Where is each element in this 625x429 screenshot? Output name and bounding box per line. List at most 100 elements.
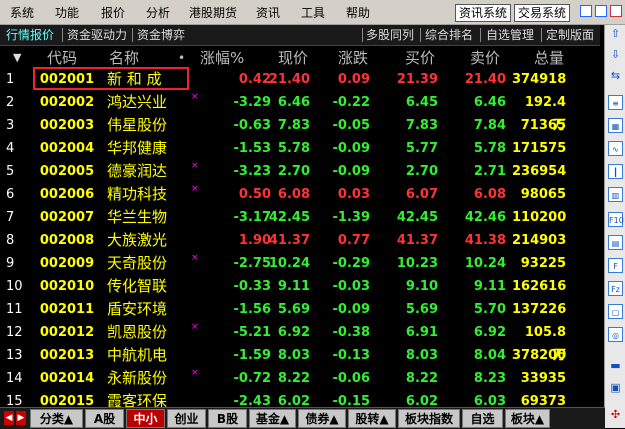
prev-tab-icon[interactable]: ◀ xyxy=(4,411,14,425)
table-row[interactable]: 8 002008 大族激光 1.90 41.37 0.77 41.37 41.38 214903 xyxy=(0,229,600,252)
tab-quote[interactable]: 行情报价 xyxy=(6,25,54,45)
table-row[interactable]: 11 002011 盾安环境 -1.56 5.69 -0.09 5.69 5.70 137226 xyxy=(0,298,600,321)
stock-name[interactable]: 盾安环境 xyxy=(107,298,187,321)
bottom-tab[interactable]: 创业 xyxy=(167,409,206,428)
multi-stock-button[interactable]: 多股同列 xyxy=(366,25,414,45)
header-code[interactable]: 代码 xyxy=(47,46,77,68)
stock-code[interactable]: 002009 xyxy=(34,252,100,275)
table-row[interactable]: 12 002012 凯恩股份 × -5.21 6.92 -0.38 6.91 6.92 105.8… xyxy=(0,321,600,363)
bottom-tab[interactable]: 板块指数 xyxy=(398,409,460,428)
bar-chart-icon[interactable]: ▥ xyxy=(608,187,623,202)
tools-icon[interactable]: ✣ xyxy=(608,407,623,422)
menu-function[interactable]: 功能 xyxy=(55,0,79,24)
bottom-tab[interactable]: 板块▲ xyxy=(505,409,550,428)
stock-code[interactable]: 002011 xyxy=(34,298,100,321)
header-bid[interactable]: 买价 xyxy=(405,46,435,68)
table-icon[interactable]: ▤ xyxy=(608,235,623,250)
bottom-tab[interactable]: B股 xyxy=(208,409,247,428)
fiz-icon[interactable]: Fz xyxy=(608,281,623,296)
menu-analysis[interactable]: 分析 xyxy=(146,0,170,24)
table-row[interactable]: 5 002005 德豪润达 × -3.23 2.70 -0.09 2.70 2.71 236954 xyxy=(0,160,600,183)
menu-help[interactable]: 帮助 xyxy=(346,0,370,24)
bottom-tab[interactable]: 自选 xyxy=(462,409,503,428)
menu-hk-futures[interactable]: 港股期货 xyxy=(189,0,237,24)
bottom-tab[interactable]: 基金▲ xyxy=(249,409,296,428)
sort-arrow-icon[interactable]: ▼ xyxy=(13,46,21,68)
table-row[interactable]: 7 002007 华兰生物 -3.17 42.45 -1.39 42.45 42.46 1102… xyxy=(0,206,600,229)
header-ask[interactable]: 卖价 xyxy=(470,46,500,68)
table-row[interactable]: 4 002004 华邦健康 -1.53 5.78 -0.09 5.77 5.78 171575 xyxy=(0,137,600,160)
arrow-down-icon[interactable]: ⇩ xyxy=(608,47,623,62)
menu-system[interactable]: 系统 xyxy=(10,0,34,24)
window-icon[interactable]: ▣ xyxy=(608,380,623,395)
stock-code[interactable]: 002004 xyxy=(34,137,100,160)
stock-name[interactable]: 德豪润达 xyxy=(107,160,187,183)
stock-code[interactable]: 002007 xyxy=(34,206,100,229)
table-row[interactable]: 3 002003 伟星股份 -0.63 7.83 -0.05 7.83 7.84 71365 xyxy=(0,114,600,137)
stock-name[interactable]: 永新股份 xyxy=(107,367,187,390)
stock-name[interactable]: 中航机电 xyxy=(107,344,187,367)
f10-icon[interactable]: F10 xyxy=(608,212,624,227)
line-chart-icon[interactable]: ∿ xyxy=(608,141,623,156)
bottom-tab[interactable]: 股转▲ xyxy=(348,409,396,428)
arrow-up-icon[interactable]: ⇧ xyxy=(608,26,623,41)
close-icon[interactable] xyxy=(610,5,622,17)
frame-icon[interactable]: ▢ xyxy=(608,304,623,319)
swap-icon[interactable]: ⇆ xyxy=(608,68,623,83)
stock-name[interactable]: 天奇股份 xyxy=(107,252,187,275)
next-tab-icon[interactable]: ▶ xyxy=(16,411,26,425)
bottom-tab[interactable]: 债券▲ xyxy=(298,409,346,428)
fund-icon[interactable]: F xyxy=(608,258,623,273)
tab-fund-drive[interactable]: 资金驱动力 xyxy=(67,25,127,45)
table-row[interactable]: 14 002014 永新股份 × -0.72 8.22 -0.06 8.22 8.23 33935 xyxy=(0,367,600,390)
grid-icon[interactable]: ▦ xyxy=(608,118,623,133)
stock-name[interactable]: 华邦健康 xyxy=(107,137,187,160)
header-change-pct[interactable]: 涨幅% xyxy=(200,46,244,68)
bottom-tab[interactable]: A股 xyxy=(85,409,124,428)
stock-code[interactable]: 002006 xyxy=(34,183,100,206)
table-row[interactable]: 1 002001 新 和 成 0.42 21.40 0.09 21.39 21.40 37491… xyxy=(0,67,600,91)
stock-code[interactable]: 002003 xyxy=(34,114,100,137)
menu-tools[interactable]: 工具 xyxy=(301,0,325,24)
tab-fund-game[interactable]: 资金博弈 xyxy=(137,25,185,45)
stock-name[interactable]: 鸿达兴业 xyxy=(107,91,187,114)
stock-code[interactable]: 002005 xyxy=(34,160,100,183)
table-row[interactable]: 2 002002 鸿达兴业 × -3.29 6.46 -0.22 6.45 6.46 192.4万 xyxy=(0,91,600,133)
header-name[interactable]: 名称 xyxy=(109,46,139,68)
stock-code[interactable]: 002002 xyxy=(34,91,100,114)
stock-name[interactable]: 传化智联 xyxy=(107,275,187,298)
stock-code[interactable]: 002008 xyxy=(34,229,100,252)
bottom-tab[interactable]: 分类▲ xyxy=(30,409,83,428)
stock-code[interactable]: 002014 xyxy=(34,367,100,390)
stock-name[interactable]: 新 和 成 xyxy=(107,68,187,91)
stock-code[interactable]: 002001 xyxy=(34,68,100,91)
table-row[interactable]: 10 002010 传化智联 -0.33 9.11 -0.03 9.10 9.11 162616 xyxy=(0,275,600,298)
folder-icon[interactable]: ▬ xyxy=(608,358,623,373)
menu-news[interactable]: 资讯 xyxy=(256,0,280,24)
table-row[interactable]: 13 002013 中航机电 -1.59 8.03 -0.13 8.03 8.04 378200 xyxy=(0,344,600,367)
stock-name[interactable]: 华兰生物 xyxy=(107,206,187,229)
minimize-icon[interactable] xyxy=(580,5,592,17)
circle-icon[interactable]: ◎ xyxy=(608,327,623,342)
table-row[interactable]: 6 002006 精功科技 × 0.50 6.08 0.03 6.07 6.08 98065 xyxy=(0,183,600,206)
header-volume[interactable]: 总量 xyxy=(534,46,564,68)
header-price[interactable]: 现价 xyxy=(278,46,308,68)
stock-code[interactable]: 002013 xyxy=(34,344,100,367)
ranking-button[interactable]: 综合排名 xyxy=(425,25,473,45)
stock-name[interactable]: 大族激光 xyxy=(107,229,187,252)
custom-layout-button[interactable]: 定制版面 xyxy=(546,25,594,45)
stock-name[interactable]: 精功科技 xyxy=(107,183,187,206)
bottom-tab[interactable]: 中小 xyxy=(126,409,165,428)
watchlist-manage-button[interactable]: 自选管理 xyxy=(486,25,534,45)
header-change[interactable]: 涨跌 xyxy=(338,46,368,68)
table-row[interactable]: 9 002009 天奇股份 × -2.75 10.24 -0.29 10.23 10.24 932… xyxy=(0,252,600,275)
kline-icon[interactable]: ┃ xyxy=(608,164,623,179)
restore-icon[interactable] xyxy=(595,5,607,17)
trade-system-button[interactable]: 交易系统 xyxy=(514,4,571,22)
stock-code[interactable]: 002012 xyxy=(34,321,100,344)
list-icon[interactable]: ≡ xyxy=(608,95,623,110)
stock-code[interactable]: 002010 xyxy=(34,275,100,298)
stock-name[interactable]: 伟星股份 xyxy=(107,114,187,137)
stock-name[interactable]: 凯恩股份 xyxy=(107,321,187,344)
news-system-button[interactable]: 资讯系统 xyxy=(455,4,512,22)
